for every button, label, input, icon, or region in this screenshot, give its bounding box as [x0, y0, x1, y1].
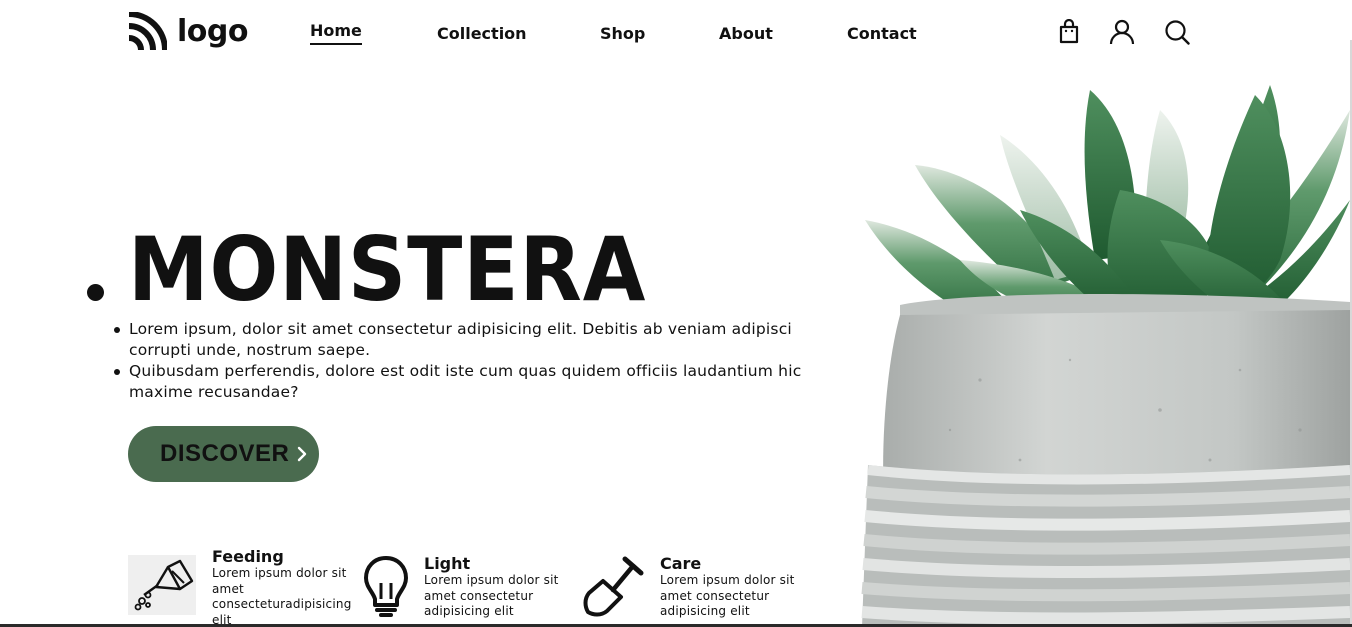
search-icon[interactable]: [1164, 19, 1190, 45]
logo-text: logo: [177, 14, 248, 49]
watering-can-icon: [128, 555, 196, 615]
feature-title: Care: [660, 554, 702, 573]
feature-text: Lorem ipsum dolor sit amet consecteturad…: [212, 566, 352, 627]
succulent-pot-image: [861, 85, 1350, 627]
nav-link-shop[interactable]: Shop: [600, 24, 645, 43]
hero-title: MONSTERA: [128, 218, 647, 321]
feature-title: Light: [424, 554, 471, 573]
description-item: Quibusdam perferendis, dolore est odit i…: [114, 361, 819, 403]
feature-title: Feeding: [212, 547, 284, 566]
user-icon[interactable]: [1109, 19, 1135, 45]
hero-description: Lorem ipsum, dolor sit amet consectetur …: [114, 319, 819, 403]
discover-button-label: DISCOVER: [160, 440, 290, 467]
chevron-right-icon: [298, 446, 307, 462]
nav-link-about[interactable]: About: [719, 24, 773, 43]
shopping-bag-icon[interactable]: [1056, 19, 1082, 45]
nav-link-contact[interactable]: Contact: [847, 24, 917, 43]
hero-title-bullet: [87, 284, 104, 301]
shovel-icon: [583, 556, 644, 617]
description-item: Lorem ipsum, dolor sit amet consectetur …: [114, 319, 819, 361]
nav-link-home[interactable]: Home: [310, 21, 362, 45]
logo[interactable]: logo: [127, 12, 248, 52]
nav-link-collection[interactable]: Collection: [437, 24, 527, 43]
feature-text: Lorem ipsum dolor sit amet consectetur a…: [424, 573, 559, 618]
logo-mark-icon: [128, 12, 167, 51]
discover-button[interactable]: DISCOVER: [128, 426, 319, 482]
top-navigation: logo Home Collection Shop About Contact: [0, 0, 1352, 70]
light-bulb-icon: [364, 556, 408, 617]
feature-text: Lorem ipsum dolor sit amet consectetur a…: [660, 573, 795, 618]
